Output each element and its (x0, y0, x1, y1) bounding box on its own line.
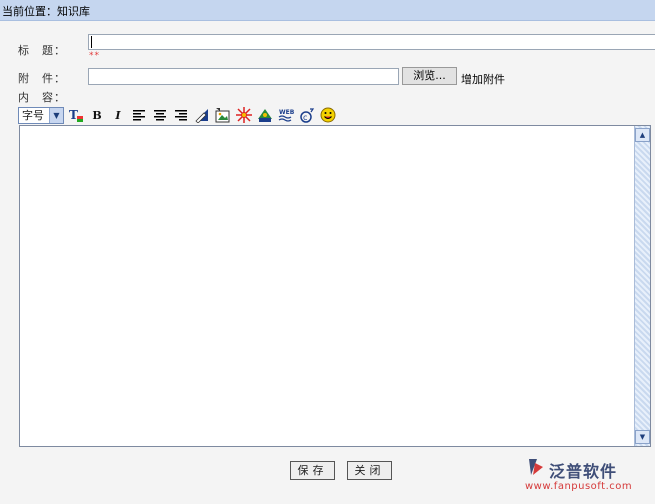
flash-icon[interactable] (235, 106, 253, 124)
align-right-icon[interactable] (172, 106, 190, 124)
brand-url: www.fanpusoft.com (525, 481, 633, 492)
emoticon-icon[interactable] (319, 106, 337, 124)
text-cursor (91, 36, 92, 48)
svg-text:T: T (69, 108, 78, 122)
media-icon[interactable] (256, 106, 274, 124)
title-input[interactable] (88, 34, 655, 50)
close-button[interactable]: 关闭 (347, 461, 392, 480)
chevron-down-icon[interactable]: ▼ (49, 107, 63, 123)
align-left-icon[interactable] (130, 106, 148, 124)
web-icon[interactable]: WEB (277, 106, 295, 124)
attachment-label: 附 件： (18, 72, 66, 85)
required-mark: ** (89, 51, 100, 61)
edit-pencil-icon[interactable] (193, 106, 211, 124)
title-label: 标 题： (18, 44, 66, 57)
browse-button[interactable]: 浏览... (402, 67, 457, 85)
vertical-scrollbar[interactable]: ▲ ▼ (634, 126, 650, 446)
attachment-path-input[interactable] (88, 68, 399, 85)
italic-icon[interactable]: I (109, 106, 127, 124)
font-size-select[interactable]: 字号 ▼ (18, 106, 64, 124)
brand-name: 泛普软件 (549, 462, 618, 481)
scroll-down-icon[interactable]: ▼ (635, 430, 650, 444)
editor-toolbar: 字号 ▼ T B I WEB c (18, 105, 337, 125)
svg-text:WEB: WEB (279, 109, 295, 116)
add-attachment-link[interactable]: 增加附件 (461, 71, 505, 87)
save-button[interactable]: 保存 (290, 461, 335, 480)
text-color-icon[interactable]: T (67, 106, 85, 124)
breadcrumb-bar: 当前位置：知识库 (0, 0, 655, 21)
content-editor[interactable]: ▲ ▼ (19, 125, 651, 447)
align-center-icon[interactable] (151, 106, 169, 124)
logo-icon (529, 459, 543, 475)
special-char-icon[interactable]: c (298, 106, 316, 124)
breadcrumb: 当前位置：知识库 (2, 5, 90, 18)
bold-icon[interactable]: B (88, 106, 106, 124)
insert-image-icon[interactable] (214, 106, 232, 124)
content-label: 内 容： (18, 91, 66, 104)
scroll-up-icon[interactable]: ▲ (635, 128, 650, 142)
font-size-value: 字号 (22, 108, 44, 122)
svg-text:c: c (303, 113, 307, 122)
